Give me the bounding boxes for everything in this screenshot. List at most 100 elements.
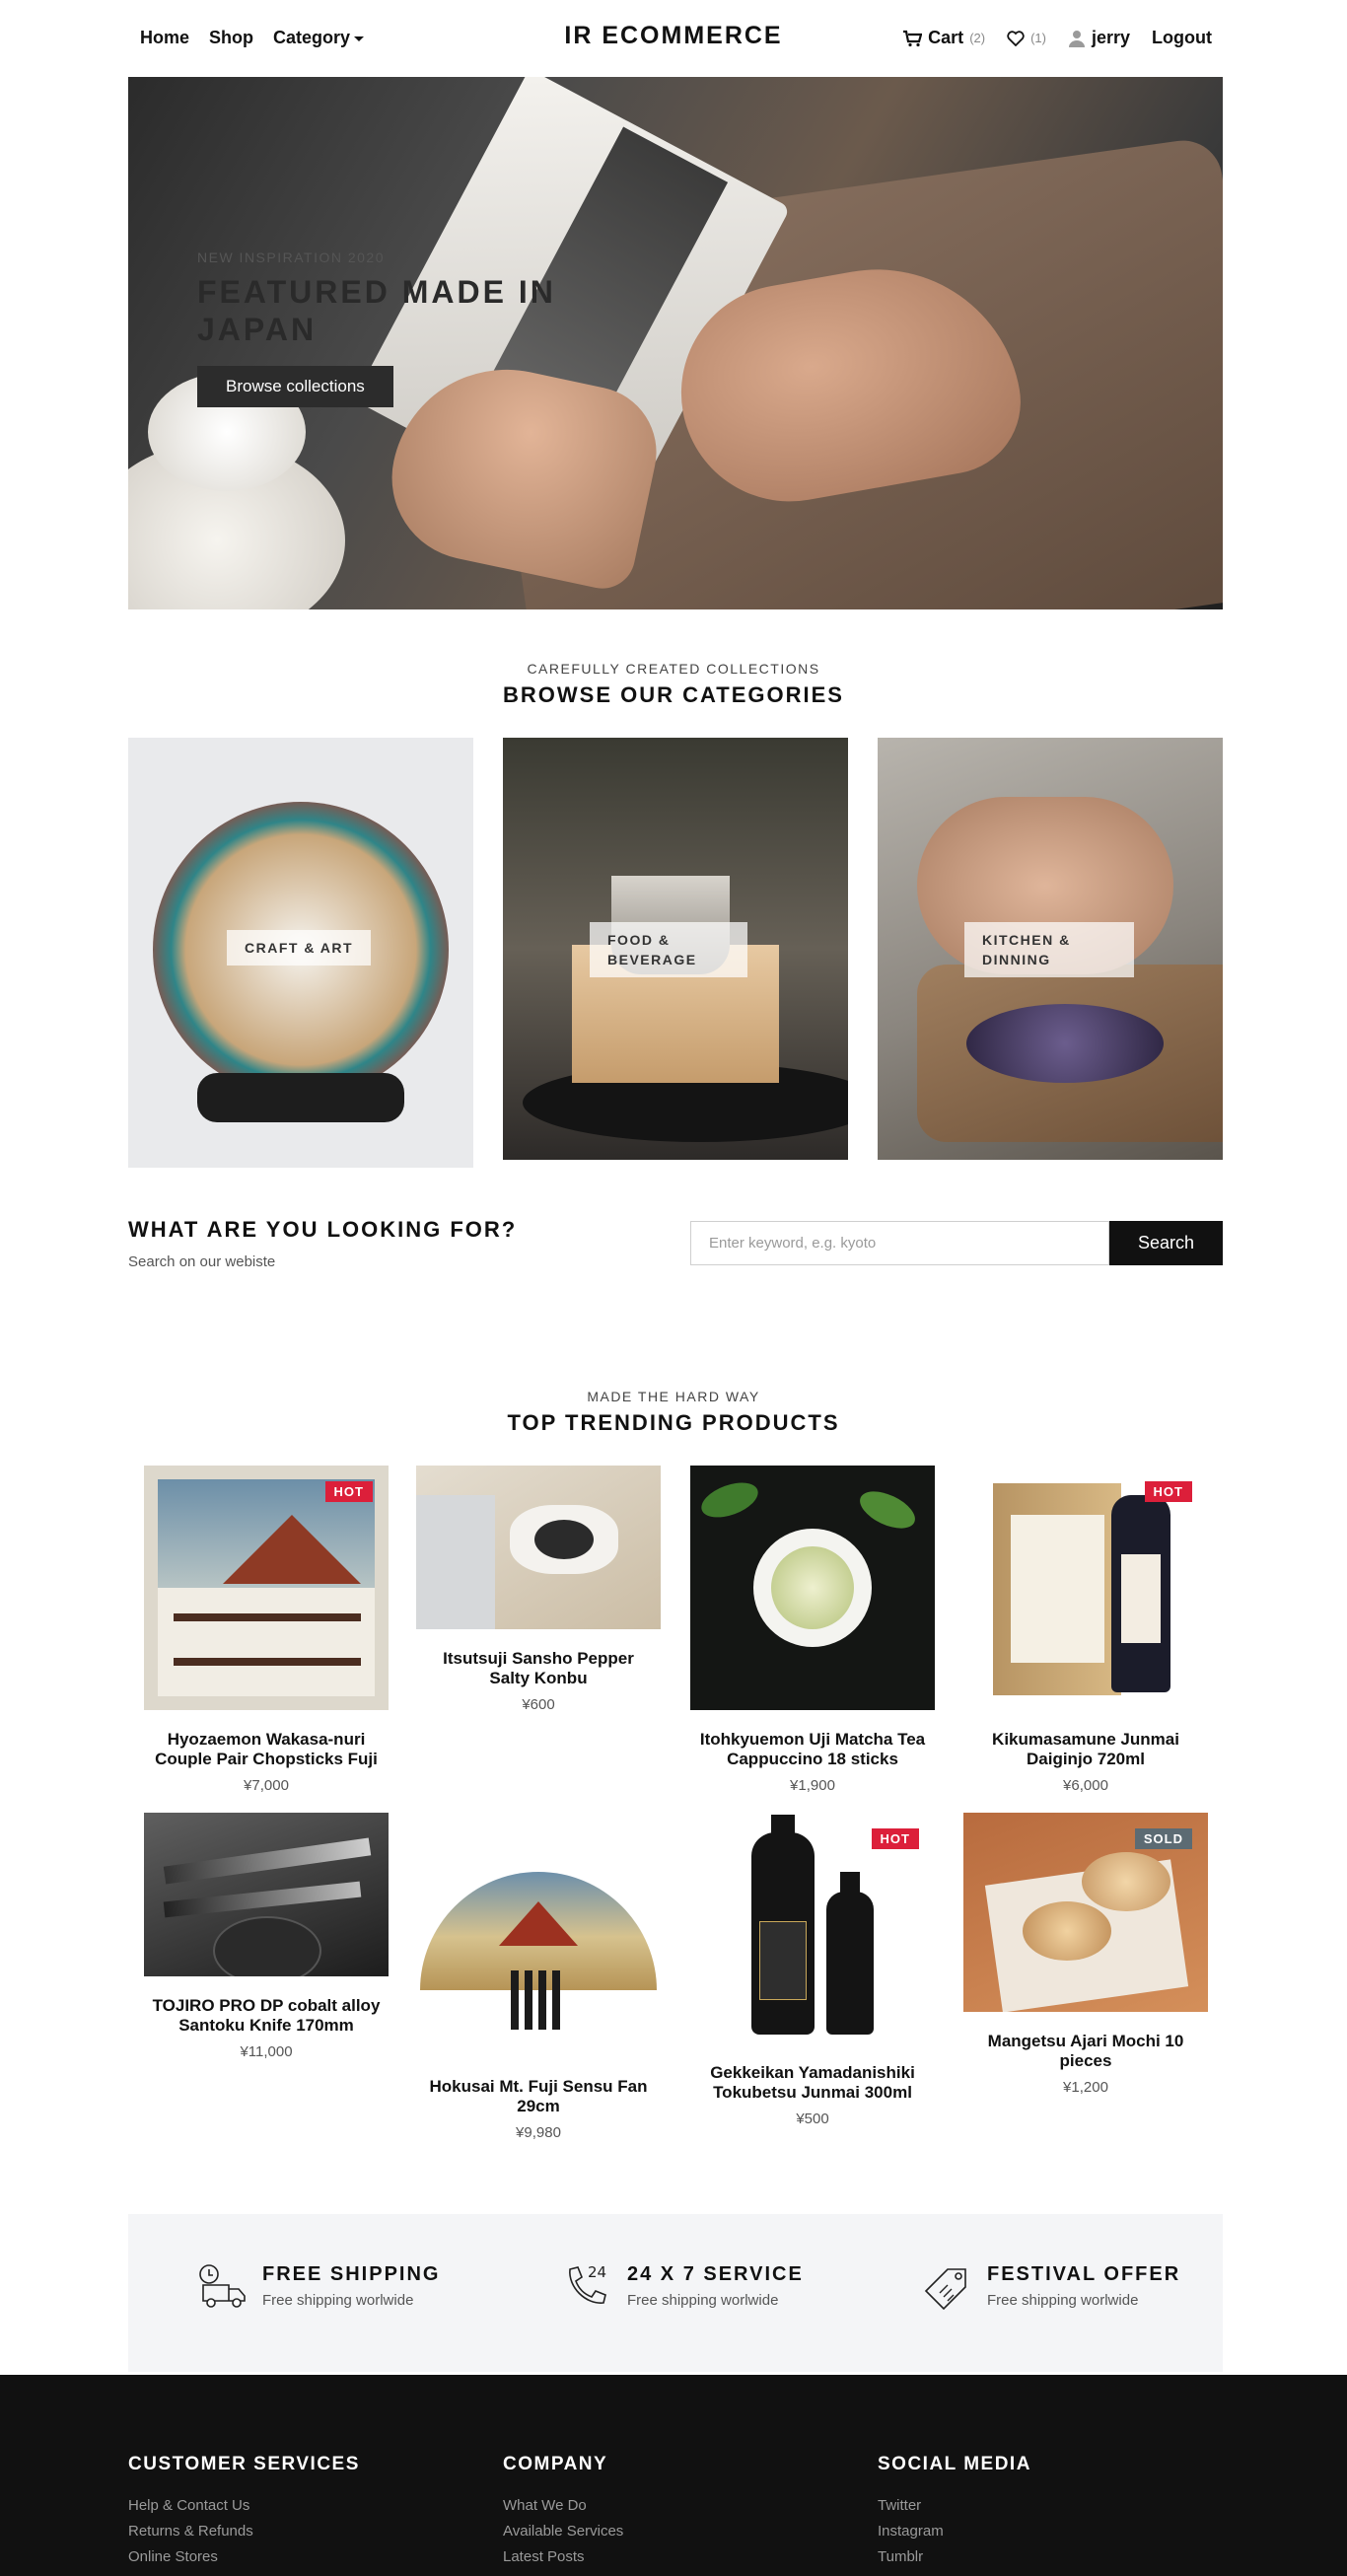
search-section-title: WHAT ARE YOU LOOKING FOR? — [128, 1217, 518, 1242]
feature-title: FESTIVAL OFFER — [987, 2263, 1181, 2285]
top-navbar: Home Shop Category IR ECOMMERCE Cart (2)… — [0, 0, 1347, 77]
footer-link[interactable]: Help & Contact Us — [128, 2493, 360, 2519]
feature-subtitle: Free shipping worlwide — [627, 2292, 779, 2309]
product-name[interactable]: Itohkyuemon Uji Matcha Tea Cappuccino 18… — [690, 1730, 935, 1769]
footer-link[interactable]: Available Services — [503, 2519, 623, 2544]
hot-badge: HOT — [1144, 1481, 1192, 1502]
product-image-chopsticks — [174, 1658, 361, 1666]
footer-link[interactable]: Tumblr — [878, 2544, 1031, 2570]
feature-subtitle: Free shipping worlwide — [987, 2292, 1139, 2309]
search-section-subtitle: Search on our webiste — [128, 1253, 276, 1270]
footer-link[interactable]: Twitter — [878, 2493, 1031, 2519]
footer-column-social-media: SOCIAL MEDIA Twitter Instagram Tumblr — [878, 2454, 1031, 2570]
phone-24-icon: 24 — [569, 2263, 606, 2304]
feature-free-shipping: FREE SHIPPING Free shipping worlwide — [197, 2263, 440, 2309]
search-button[interactable]: Search — [1109, 1221, 1223, 1265]
product-name[interactable]: Kikumasamune Junmai Daiginjo 720ml — [963, 1730, 1208, 1769]
product-name[interactable]: Hokusai Mt. Fuji Sensu Fan 29cm — [416, 2077, 661, 2116]
footer-column-company: COMPANY What We Do Available Services La… — [503, 2454, 623, 2570]
product-image-chopsticks — [174, 1613, 361, 1621]
feature-title: 24 X 7 SERVICE — [627, 2263, 804, 2285]
wishlist-link[interactable]: (1) — [1007, 30, 1046, 46]
product-card[interactable]: Itsutsuji Sansho Pepper Salty Konbu ¥600 — [416, 1466, 661, 1713]
footer-column-title: CUSTOMER SERVICES — [128, 2454, 360, 2474]
category-label: CRAFT & ART — [227, 930, 372, 966]
product-card[interactable]: HOT Hyozaemon Wakasa-nuri Couple Pair Ch… — [144, 1466, 389, 1794]
footer-link[interactable]: Online Stores — [128, 2544, 360, 2570]
footer-link[interactable]: Latest Posts — [503, 2544, 623, 2570]
product-name[interactable]: Hyozaemon Wakasa-nuri Couple Pair Chopst… — [144, 1730, 389, 1769]
product-price: ¥11,000 — [240, 2043, 293, 2060]
product-image — [690, 1466, 935, 1710]
footer-links: Twitter Instagram Tumblr — [878, 2493, 1031, 2570]
hero-title: FEATURED MADE IN JAPAN — [197, 274, 556, 347]
product-image-card — [416, 1495, 495, 1629]
category-card-food-beverage[interactable]: FOOD & BEVERAGE — [503, 738, 848, 1160]
search-input[interactable] — [690, 1221, 1109, 1265]
product-image-bottle — [826, 1892, 874, 2035]
cart-count: (2) — [969, 31, 986, 45]
product-image — [416, 1813, 661, 2057]
hot-badge: HOT — [324, 1481, 373, 1502]
user-icon — [1068, 30, 1085, 47]
product-image-leaf — [854, 1483, 921, 1537]
category-label: FOOD & BEVERAGE — [590, 922, 747, 977]
phone-24-text: 24 — [588, 2263, 606, 2281]
categories-title: BROWSE OUR CATEGORIES — [503, 682, 844, 707]
category-card-kitchen-dinning[interactable]: KITCHEN & DINNING — [878, 738, 1223, 1160]
product-image — [416, 1466, 661, 1629]
cart-link[interactable]: Cart (2) — [902, 28, 985, 48]
user-name: jerry — [1091, 28, 1131, 47]
products-header: MADE THE HARD WAY TOP TRENDING PRODUCTS — [0, 1389, 1347, 1436]
footer: CUSTOMER SERVICES Help & Contact Us Retu… — [0, 2375, 1347, 2576]
product-image: HOT — [144, 1466, 389, 1710]
product-image-fan-ribs — [511, 1970, 566, 2030]
product-image: HOT — [690, 1813, 935, 2043]
footer-link[interactable]: Instagram — [878, 2519, 1031, 2544]
footer-link[interactable]: Returns & Refunds — [128, 2519, 360, 2544]
browse-collections-button[interactable]: Browse collections — [197, 366, 393, 407]
product-image-mochi — [1023, 1901, 1111, 1961]
category-image-stand — [197, 1073, 404, 1122]
product-card[interactable]: SOLD Mangetsu Ajari Mochi 10 pieces ¥1,2… — [963, 1813, 1208, 2096]
product-name[interactable]: Itsutsuji Sansho Pepper Salty Konbu — [416, 1649, 661, 1688]
footer-links: What We Do Available Services Latest Pos… — [503, 2493, 623, 2570]
product-image-knife — [163, 1837, 372, 1885]
product-image-mochi — [1082, 1852, 1170, 1911]
product-card[interactable]: HOT Gekkeikan Yamadanishiki Tokubetsu Ju… — [690, 1813, 935, 2127]
product-name[interactable]: Gekkeikan Yamadanishiki Tokubetsu Junmai… — [690, 2063, 935, 2103]
product-image-bottle-label — [1121, 1554, 1161, 1643]
footer-link[interactable]: What We Do — [503, 2493, 623, 2519]
product-image-konbu — [534, 1520, 594, 1559]
sold-badge: SOLD — [1134, 1828, 1192, 1849]
nav-actions: Cart (2) (1) jerry Logout — [902, 28, 1212, 48]
product-card[interactable]: HOT Kikumasamune Junmai Daiginjo 720ml ¥… — [963, 1466, 1208, 1794]
product-price: ¥600 — [522, 1696, 555, 1713]
footer-column-customer-services: CUSTOMER SERVICES Help & Contact Us Retu… — [128, 2454, 360, 2570]
product-image: SOLD — [963, 1813, 1208, 2012]
feature-title: FREE SHIPPING — [262, 2263, 441, 2285]
user-account-link[interactable]: jerry — [1068, 28, 1130, 48]
product-name[interactable]: Mangetsu Ajari Mochi 10 pieces — [963, 2032, 1208, 2071]
product-card[interactable]: TOJIRO PRO DP cobalt alloy Santoku Knife… — [144, 1813, 389, 2060]
price-tag-icon — [924, 2268, 966, 2311]
product-image-leaf — [696, 1475, 763, 1525]
hero-kicker: NEW INSPIRATION 2020 — [197, 250, 386, 265]
products-title: TOP TRENDING PRODUCTS — [507, 1410, 840, 1435]
category-card-craft-art[interactable]: CRAFT & ART — [128, 738, 473, 1168]
footer-column-title: COMPANY — [503, 2454, 608, 2474]
product-price: ¥1,200 — [1063, 2079, 1108, 2096]
hot-badge: HOT — [871, 1828, 919, 1849]
category-image-cabbage — [966, 1004, 1164, 1083]
product-image-label — [1011, 1515, 1104, 1663]
feature-subtitle: Free shipping worlwide — [262, 2292, 414, 2309]
product-image-bottle-label — [759, 1921, 807, 2000]
logout-link[interactable]: Logout — [1152, 28, 1212, 48]
categories-kicker: CAREFULLY CREATED COLLECTIONS — [527, 661, 820, 677]
cart-icon — [903, 30, 923, 46]
truck-clock-icon — [199, 2264, 246, 2308]
product-name[interactable]: TOJIRO PRO DP cobalt alloy Santoku Knife… — [144, 1996, 389, 2036]
product-image-plate — [213, 1916, 321, 1976]
product-card[interactable]: Hokusai Mt. Fuji Sensu Fan 29cm ¥9,980 — [416, 1813, 661, 2141]
product-card[interactable]: Itohkyuemon Uji Matcha Tea Cappuccino 18… — [690, 1466, 935, 1794]
